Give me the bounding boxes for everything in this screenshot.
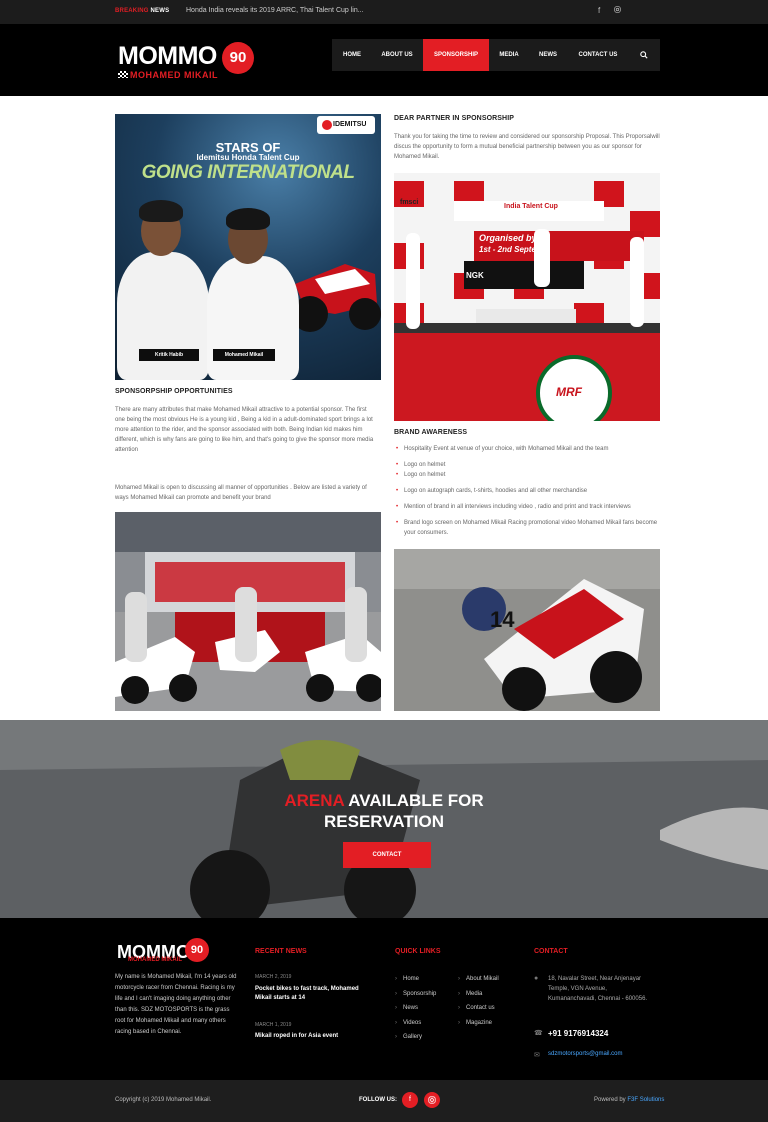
idemitsu-logo: IDEMITSU	[317, 116, 375, 134]
follow-us-label: FOLLOW US:	[359, 1097, 397, 1103]
podium-banner-text: India Talent Cup	[504, 203, 558, 210]
footer-link-magazine[interactable]: Magazine	[458, 1020, 492, 1026]
footer-email[interactable]: sdzmotorsports@gmail.com	[548, 1051, 622, 1057]
list-item: Hospitality Event at venue of your choic…	[396, 444, 666, 454]
footer-link-gallery[interactable]: Gallery	[395, 1034, 422, 1040]
ngk-logo: NGK	[466, 271, 484, 280]
nav-sponsorship[interactable]: SPONSORSHIP	[423, 39, 489, 71]
brand-awareness-list: Hospitality Event at venue of your choic…	[396, 444, 666, 538]
search-icon[interactable]	[629, 39, 659, 71]
footer-link-home[interactable]: Home	[395, 976, 419, 982]
location-icon: ●	[534, 975, 539, 982]
powered-prefix: Powered by	[594, 1097, 628, 1103]
footer-phone[interactable]: +91 9176914324	[548, 1029, 608, 1038]
instagram-icon[interactable]	[614, 6, 621, 15]
logo-subtitle: MOHAMED MIKAIL	[130, 70, 218, 80]
nav-news[interactable]: NEWS	[529, 39, 567, 71]
brand-awareness-title: BRAND AWARENESS	[394, 429, 468, 436]
sponsorship-para-2: Mohamed Mikail is open to discussing all…	[115, 485, 367, 501]
recent-news-title: RECENT NEWS	[255, 948, 307, 955]
news-ticker[interactable]: Honda India reveals its 2019 ARRC, Thai …	[186, 7, 364, 14]
podium-organised-text: Organised by M	[479, 233, 547, 243]
news-link-2[interactable]: Mikail roped in for Asia event	[255, 1032, 375, 1041]
footer-link-contact[interactable]: Contact us	[458, 1005, 495, 1011]
powered-link[interactable]: F3F Solutions	[627, 1097, 664, 1103]
facebook-icon[interactable]: f	[598, 6, 600, 15]
footer-link-about[interactable]: About Mikail	[458, 976, 499, 982]
list-item: Brand logo screen on Mohamed Mikail Raci…	[396, 518, 666, 538]
sponsorship-title: SPONSORPSHIP OPPORTUNITIES	[115, 388, 233, 395]
name-tag-2: Mohamed Mikail	[213, 349, 275, 361]
facebook-icon[interactable]: f	[402, 1092, 418, 1108]
cta-title-line2: RESERVATION	[324, 812, 444, 831]
quick-links-title: QUICK LINKS	[395, 948, 441, 955]
news-link-1[interactable]: Pocket bikes to fast track, Mohamed Mika…	[255, 985, 375, 1003]
partner-title: DEAR PARTNER IN SPONSORSHIP	[394, 115, 515, 122]
fmsci-logo: fmsci	[400, 199, 419, 206]
copyright-text: Copyright (c) 2019 Mohamed Mikail.	[115, 1097, 212, 1103]
promo-cup-text: Idemitsu Honda Talent Cup	[196, 153, 300, 162]
footer-link-videos[interactable]: Videos	[395, 1020, 421, 1026]
cta-title: ARENA AVAILABLE FOR RESERVATION	[0, 790, 768, 832]
promo-image: IDEMITSU STARS OF Idemitsu Honda Talent …	[115, 114, 381, 380]
list-item: Logo on helmet	[396, 470, 666, 480]
list-item: Logo on autograph cards, t-shirts, hoodi…	[396, 486, 666, 496]
site-header: MOMMO 90 MOHAMED MIKAIL HOME ABOUT US SP…	[0, 24, 768, 96]
garage-image	[115, 512, 381, 711]
cta-title-rest: AVAILABLE FOR	[344, 791, 484, 810]
svg-text:14: 14	[490, 607, 515, 632]
news-date-1: MARCH 2, 2019	[255, 974, 292, 980]
podium-dates-text: 1st - 2nd Septem	[479, 245, 544, 254]
contact-title: CONTACT	[534, 948, 568, 955]
podium-image: India Talent Cup Organised by M 1st - 2n…	[394, 173, 660, 421]
promo-going-text: GOING INTERNATIONAL	[141, 162, 355, 183]
instagram-icon[interactable]	[424, 1092, 440, 1108]
list-item: Mention of brand in all interviews inclu…	[396, 502, 666, 512]
contact-button[interactable]: CONTACT	[343, 842, 431, 868]
partner-text: Thank you for taking the time to review …	[394, 134, 660, 160]
news-date-2: MARCH 1, 2019	[255, 1022, 292, 1028]
top-bar: BREAKING NEWS Honda India reveals its 20…	[0, 0, 768, 24]
nav-home[interactable]: HOME	[332, 39, 372, 71]
nav-contact-us[interactable]: CONTACT US	[567, 39, 629, 71]
footer-logo-badge[interactable]: 90	[185, 938, 209, 962]
sponsorship-para-1: There are many attributes that make Moha…	[115, 407, 374, 453]
footer-about-text: My name is Mohamed Mikail, I'm 14 years …	[115, 974, 237, 1035]
nav-media[interactable]: MEDIA	[489, 39, 529, 71]
logo-badge[interactable]: 90	[222, 42, 254, 74]
mrf-logo: MRF	[556, 385, 582, 399]
breaking-news-label: BREAKING NEWS	[115, 8, 169, 14]
motorbike-graphic	[292, 264, 381, 332]
main-nav: HOME ABOUT US SPONSORSHIP MEDIA NEWS CON…	[332, 39, 660, 71]
mail-icon: ✉	[534, 1052, 540, 1059]
footer-link-sponsorship[interactable]: Sponsorship	[395, 991, 436, 997]
phone-icon: ☎	[534, 1030, 543, 1037]
cta-title-red: ARENA	[284, 791, 345, 810]
footer-address: 18, Navalar Street, Near Anjenayar Templ…	[548, 976, 648, 1002]
footer-link-news[interactable]: News	[395, 1005, 418, 1011]
name-tag-1: Kritik Habib	[139, 349, 199, 361]
footer-logo-subtitle: MOHAMED MIKAIL	[128, 957, 182, 963]
nav-about-us[interactable]: ABOUT US	[372, 39, 422, 71]
checkered-flag-icon	[118, 71, 128, 78]
list-item: Logo on helmet	[396, 460, 666, 470]
logo-text[interactable]: MOMMO	[118, 44, 217, 69]
news-label: NEWS	[150, 8, 170, 14]
footer-link-media[interactable]: Media	[458, 991, 482, 997]
breaking-label: BREAKING	[115, 8, 149, 14]
racing-image: 14	[394, 549, 660, 711]
powered-by: Powered by F3F Solutions	[594, 1097, 664, 1103]
